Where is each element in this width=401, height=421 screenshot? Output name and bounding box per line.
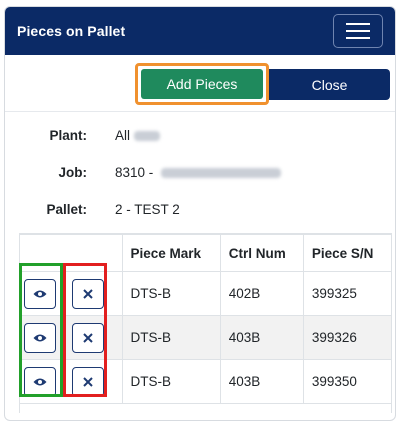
piece-sn-header: Piece S/N xyxy=(302,234,391,272)
action-bar: Add Pieces Close xyxy=(5,61,395,105)
eye-icon xyxy=(33,290,47,297)
piece-mark-cell: DTS-B xyxy=(121,359,221,404)
table-row: DTS-B 402B 399325 xyxy=(20,271,391,316)
plant-label: Plant: xyxy=(49,128,87,143)
header-bar: Pieces on Pallet xyxy=(5,7,395,55)
pieces-table: Piece Mark Ctrl Num Piece S/N DTS-B 402B… xyxy=(19,233,392,413)
view-button[interactable] xyxy=(24,366,56,397)
table-row: DTS-B 403B 399350 xyxy=(20,359,391,404)
divider xyxy=(5,111,395,112)
ctrl-num-cell: 403B xyxy=(219,315,304,360)
view-button[interactable] xyxy=(24,278,56,309)
job-value: 8310 - xyxy=(115,165,282,180)
piece-sn-cell: 399325 xyxy=(302,271,391,316)
close-icon xyxy=(83,376,93,387)
table-row: DTS-B 403B 399326 xyxy=(20,315,391,360)
pallet-value: 2 - TEST 2 xyxy=(115,202,180,217)
actions-column-header xyxy=(20,234,123,272)
ctrl-num-cell: 402B xyxy=(219,271,304,316)
close-button[interactable]: Close xyxy=(269,69,390,100)
pallet-info: Plant: All Job: 8310 - Pallet: 2 - TEST … xyxy=(5,125,395,236)
piece-mark-header: Piece Mark xyxy=(121,234,221,272)
piece-mark-cell: DTS-B xyxy=(121,271,221,316)
close-icon xyxy=(83,288,93,299)
remove-button[interactable] xyxy=(71,366,104,397)
piece-sn-cell: 399326 xyxy=(302,315,391,360)
pallet-label: Pallet: xyxy=(46,202,87,217)
add-pieces-highlight: Add Pieces xyxy=(135,63,269,105)
job-label: Job: xyxy=(58,165,88,180)
plant-value: All xyxy=(115,128,161,143)
view-button[interactable] xyxy=(24,322,56,353)
piece-mark-cell: DTS-B xyxy=(121,315,221,360)
page-title: Pieces on Pallet xyxy=(17,23,126,39)
close-icon xyxy=(83,332,93,343)
piece-sn-cell: 399350 xyxy=(302,359,391,404)
ctrl-num-cell: 403B xyxy=(219,359,304,404)
hamburger-icon xyxy=(346,23,370,25)
eye-icon xyxy=(33,334,47,341)
table-header-row: Piece Mark Ctrl Num Piece S/N xyxy=(20,234,391,272)
hamburger-menu-button[interactable] xyxy=(333,14,383,48)
pieces-on-pallet-panel: Pieces on Pallet Add Pieces Close Plant:… xyxy=(4,6,396,421)
add-pieces-button[interactable]: Add Pieces xyxy=(141,69,263,99)
ctrl-num-header: Ctrl Num xyxy=(219,234,304,272)
eye-icon xyxy=(33,378,47,385)
remove-button[interactable] xyxy=(71,278,104,309)
remove-button[interactable] xyxy=(71,322,104,353)
